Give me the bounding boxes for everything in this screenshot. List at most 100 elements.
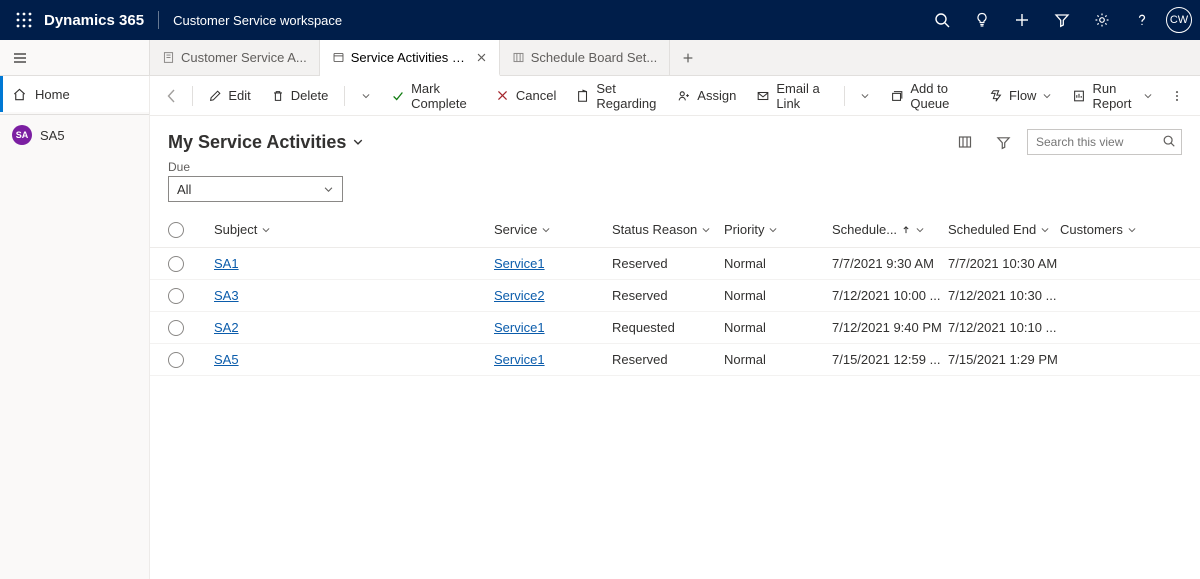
status-cell: Requested — [612, 320, 724, 335]
scheduled-end-cell: 7/15/2021 1:29 PM — [948, 352, 1060, 367]
sidebar-home-label: Home — [35, 87, 70, 102]
sidebar-item-entity[interactable]: SA SA5 — [0, 117, 149, 153]
subject-link[interactable]: SA2 — [214, 320, 239, 335]
table-row[interactable]: SA2Service1RequestedNormal7/12/2021 9:40… — [150, 312, 1200, 344]
app-launcher-icon[interactable] — [8, 12, 40, 28]
table-row[interactable]: SA1Service1ReservedNormal7/7/2021 9:30 A… — [150, 248, 1200, 280]
grid-header: Subject Service Status Reason Priority S… — [150, 212, 1200, 248]
due-filter-select[interactable]: All — [168, 176, 343, 202]
column-status-reason[interactable]: Status Reason — [612, 222, 724, 237]
row-select-radio[interactable] — [168, 352, 184, 368]
sidebar-item-home[interactable]: Home — [0, 76, 149, 112]
tab-schedule-board[interactable]: Schedule Board Set... — [500, 40, 670, 75]
row-select-radio[interactable] — [168, 288, 184, 304]
delete-split-chevron[interactable] — [353, 80, 379, 112]
subject-link[interactable]: SA5 — [214, 352, 239, 367]
sidebar-entity-label: SA5 — [40, 128, 65, 143]
table-row[interactable]: SA3Service2ReservedNormal7/12/2021 10:00… — [150, 280, 1200, 312]
column-schedule-start[interactable]: Schedule... — [832, 222, 948, 237]
service-link[interactable]: Service2 — [494, 288, 545, 303]
run-report-label: Run Report — [1092, 81, 1136, 111]
lightbulb-icon[interactable] — [962, 0, 1002, 40]
add-to-queue-label: Add to Queue — [910, 81, 969, 111]
run-report-button[interactable]: Run Report — [1064, 80, 1160, 112]
user-avatar[interactable]: CW — [1166, 7, 1192, 33]
tab-customer-service[interactable]: Customer Service A... — [150, 40, 320, 75]
trash-icon — [271, 89, 285, 103]
column-subject[interactable]: Subject — [214, 222, 494, 237]
delete-label: Delete — [291, 88, 329, 103]
flow-button[interactable]: Flow — [981, 80, 1060, 112]
sort-asc-icon — [901, 225, 911, 235]
home-icon — [12, 87, 27, 102]
cancel-button[interactable]: Cancel — [488, 80, 564, 112]
main-content: Edit Delete Mark Complete Cancel Set Reg… — [150, 76, 1200, 579]
tab-service-activities[interactable]: Service Activities My Ser... — [320, 40, 500, 76]
new-tab-button[interactable] — [670, 40, 706, 75]
subject-link[interactable]: SA3 — [214, 288, 239, 303]
edit-columns-icon[interactable] — [951, 128, 979, 156]
edit-button[interactable]: Edit — [200, 80, 258, 112]
service-link[interactable]: Service1 — [494, 352, 545, 367]
close-icon[interactable] — [476, 52, 487, 63]
filter-icon[interactable] — [989, 128, 1017, 156]
view-title[interactable]: My Service Activities — [168, 132, 364, 153]
search-input[interactable] — [1027, 129, 1182, 155]
delete-button[interactable]: Delete — [263, 80, 337, 112]
hamburger-icon[interactable] — [12, 50, 28, 66]
priority-cell: Normal — [724, 256, 832, 271]
table-row[interactable]: SA5Service1ReservedNormal7/15/2021 12:59… — [150, 344, 1200, 376]
column-service[interactable]: Service — [494, 222, 612, 237]
mark-complete-label: Mark Complete — [411, 81, 476, 111]
scheduled-end-cell: 7/7/2021 10:30 AM — [948, 256, 1060, 271]
row-select-radio[interactable] — [168, 320, 184, 336]
mail-icon — [756, 89, 770, 103]
sidebar-toggle-cell — [0, 40, 150, 75]
service-link[interactable]: Service1 — [494, 256, 545, 271]
tabs-container: Customer Service A... Service Activities… — [150, 40, 706, 75]
assign-button[interactable]: Assign — [669, 80, 744, 112]
filter-icon[interactable] — [1042, 0, 1082, 40]
regarding-icon — [576, 89, 590, 103]
scheduled-start-cell: 7/12/2021 10:00 ... — [832, 288, 948, 303]
due-label: Due — [168, 160, 1182, 174]
tab-label: Service Activities My Ser... — [351, 50, 466, 65]
priority-cell: Normal — [724, 288, 832, 303]
chevron-down-icon — [352, 136, 364, 148]
mark-complete-button[interactable]: Mark Complete — [383, 80, 484, 112]
row-select-radio[interactable] — [168, 256, 184, 272]
chevron-down-icon — [1143, 91, 1153, 101]
select-all-radio[interactable] — [168, 222, 184, 238]
global-header: Dynamics 365 Customer Service workspace … — [0, 0, 1200, 40]
service-link[interactable]: Service1 — [494, 320, 545, 335]
edit-label: Edit — [228, 88, 250, 103]
assign-label: Assign — [697, 88, 736, 103]
report-icon — [1072, 89, 1086, 103]
column-customers[interactable]: Customers — [1060, 222, 1180, 237]
email-link-button[interactable]: Email a Link — [748, 80, 835, 112]
scheduled-start-cell: 7/12/2021 9:40 PM — [832, 320, 948, 335]
sidebar: Home SA SA5 — [0, 76, 150, 579]
help-icon[interactable] — [1122, 0, 1162, 40]
status-cell: Reserved — [612, 352, 724, 367]
view-header: My Service Activities — [150, 116, 1200, 160]
assign-icon — [677, 89, 691, 103]
scheduled-start-cell: 7/7/2021 9:30 AM — [832, 256, 948, 271]
search-icon[interactable] — [922, 0, 962, 40]
set-regarding-button[interactable]: Set Regarding — [568, 80, 665, 112]
tab-label: Customer Service A... — [181, 50, 307, 65]
column-scheduled-end[interactable]: Scheduled End — [948, 222, 1060, 237]
header-divider — [158, 11, 159, 29]
back-button[interactable] — [160, 88, 184, 104]
subject-link[interactable]: SA1 — [214, 256, 239, 271]
plus-icon[interactable] — [1002, 0, 1042, 40]
overflow-menu[interactable] — [1165, 89, 1190, 103]
scheduled-end-cell: 7/12/2021 10:30 ... — [948, 288, 1060, 303]
add-to-queue-button[interactable]: Add to Queue — [882, 80, 977, 112]
column-priority[interactable]: Priority — [724, 222, 832, 237]
search-icon[interactable] — [1162, 134, 1176, 148]
flow-label: Flow — [1009, 88, 1036, 103]
tab-strip: Customer Service A... Service Activities… — [0, 40, 1200, 76]
email-link-split-chevron[interactable] — [852, 80, 878, 112]
gear-icon[interactable] — [1082, 0, 1122, 40]
